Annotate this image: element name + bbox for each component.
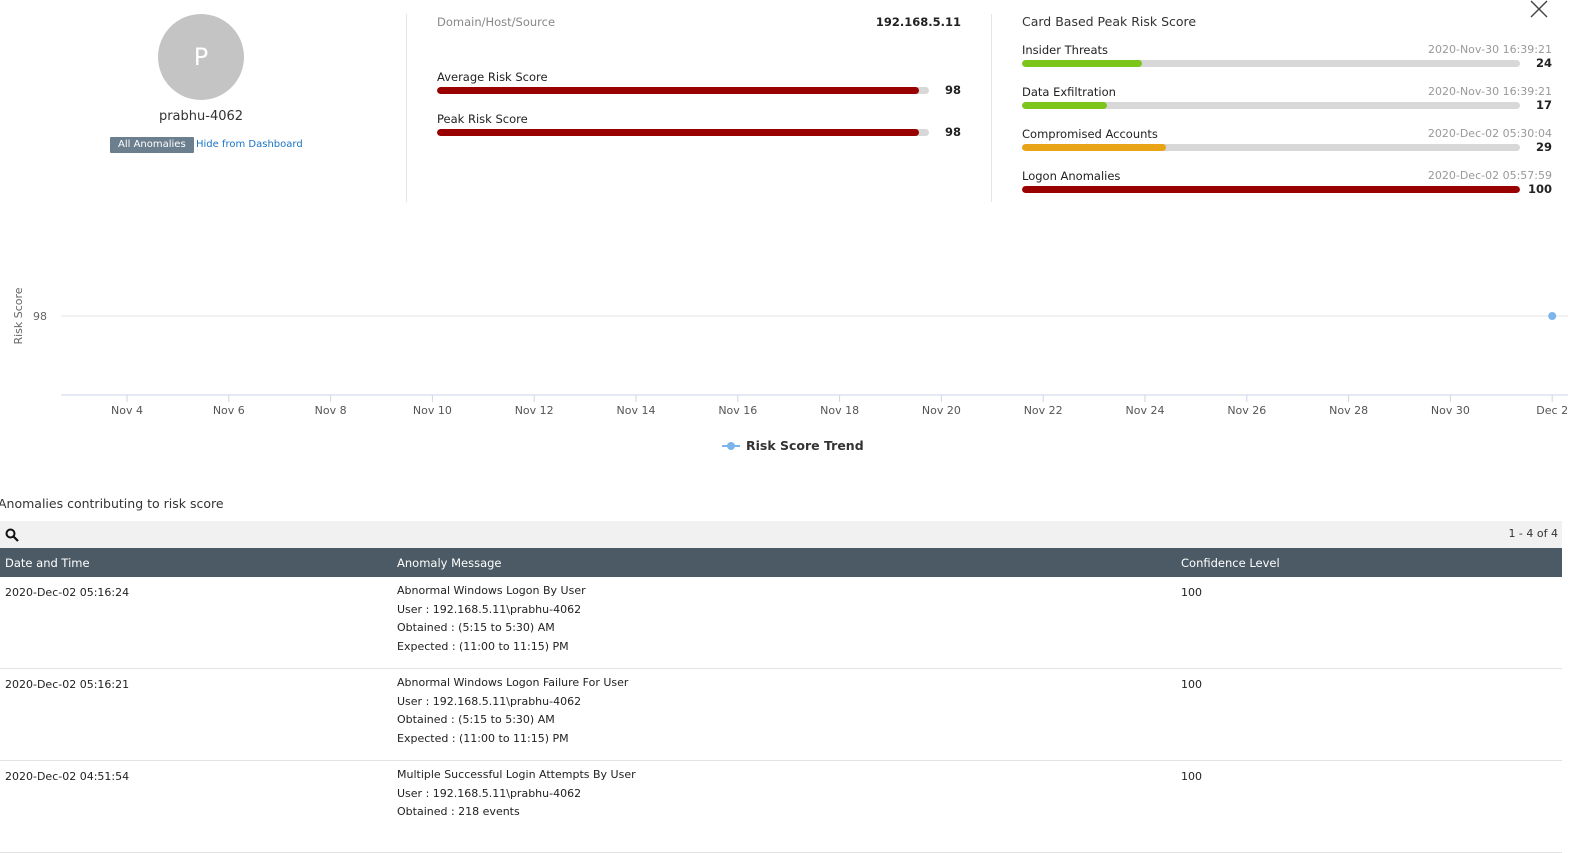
message-line: Multiple Successful Login Attempts By Us… (397, 768, 636, 781)
card-value: 24 (1535, 56, 1552, 70)
x-tick-label: Nov 12 (515, 404, 554, 417)
x-tick-label: Dec 2 (1536, 404, 1568, 417)
card-bar-fill (1022, 60, 1142, 67)
message-line: User : 192.168.5.11\prabhu-4062 (397, 602, 582, 616)
x-tick-label: Nov 28 (1329, 404, 1368, 417)
row-confidence: 100 (1181, 586, 1202, 599)
message-line: User : 192.168.5.11\prabhu-4062 (397, 786, 582, 800)
row-confidence: 100 (1181, 678, 1202, 691)
y-tick-label: 98 (33, 310, 47, 323)
table-row[interactable]: 2020-Dec-02 05:16:21 Abnormal Windows Log… (0, 669, 1562, 761)
row-datetime: 2020-Dec-02 05:16:21 (5, 678, 130, 691)
card-bar (1022, 60, 1520, 67)
card-date: 2020-Dec-02 05:57:59 (1427, 169, 1552, 182)
message-line: User : 192.168.5.11\prabhu-4062 (397, 694, 582, 708)
x-tick-label: Nov 18 (820, 404, 859, 417)
card-peak-risk-title: Card Based Peak Risk Score (1022, 14, 1197, 29)
domain-host-source-label: Domain/Host/Source (437, 15, 556, 29)
card-value: 17 (1535, 98, 1552, 112)
card-bar-fill (1022, 102, 1107, 109)
divider (406, 14, 407, 202)
card-bar-fill (1022, 186, 1520, 193)
x-tick-label: Nov 22 (1024, 404, 1063, 417)
peak-risk-score-value: 98 (944, 125, 961, 139)
row-datetime: 2020-Dec-02 05:16:24 (5, 586, 130, 599)
risk-score-trend-chart: Risk Score 98 Nov 4 Nov 6 Nov 8 Nov 10 Nov 12 N… (12, 287, 1568, 417)
message-line: Obtained : (5:15 to 5:30) AM (397, 621, 555, 634)
average-risk-score-label: Average Risk Score (437, 70, 548, 84)
y-axis-label: Risk Score (12, 287, 25, 344)
legend-label: Risk Score Trend (746, 438, 864, 453)
x-tick-label: Nov 26 (1227, 404, 1266, 417)
row-confidence: 100 (1181, 770, 1202, 783)
pagination-info: 1 - 4 of 4 (1508, 527, 1558, 540)
legend-marker-icon (722, 441, 740, 450)
x-tick-label: Nov 14 (617, 404, 656, 417)
column-header-confidence[interactable]: Confidence Level (1181, 556, 1280, 570)
message-line: Obtained : 218 events (397, 805, 520, 818)
x-tick-label: Nov 4 (111, 404, 143, 417)
column-header-date-time[interactable]: Date and Time (5, 556, 90, 570)
x-tick-label: Nov 10 (413, 404, 452, 417)
x-tick-label: Nov 24 (1126, 404, 1165, 417)
card-bar (1022, 102, 1520, 109)
message-line: Expected : (11:00 to 11:15) PM (397, 731, 569, 745)
message-line: Abnormal Windows Logon By User (397, 584, 586, 597)
message-line: Expected : (11:00 to 11:15) PM (397, 639, 569, 653)
average-risk-score-fill (437, 87, 920, 94)
card-value: 29 (1535, 140, 1552, 154)
hide-from-dashboard-link[interactable]: Hide from Dashboard (196, 139, 303, 150)
x-tick-label: Nov 20 (922, 404, 961, 417)
domain-host-source-value: 192.168.5.11 (875, 15, 961, 29)
search-icon[interactable] (5, 528, 19, 542)
all-anomalies-button[interactable]: All Anomalies (110, 137, 194, 153)
row-anomaly-message: Abnormal Windows Logon By User User : 192… (397, 582, 586, 656)
card-bar (1022, 186, 1520, 193)
avatar: P (158, 14, 244, 100)
x-tick-label: Nov 16 (718, 404, 757, 417)
close-icon[interactable] (1528, 0, 1550, 18)
table-row[interactable]: 2020-Dec-02 04:51:54 Multiple Successful … (0, 761, 1562, 853)
row-anomaly-message: Multiple Successful Login Attempts By Us… (397, 766, 636, 822)
peak-risk-score-fill (437, 129, 920, 136)
divider (991, 14, 992, 202)
peak-risk-score-label: Peak Risk Score (437, 112, 528, 126)
card-value: 100 (1527, 182, 1552, 196)
card-bar-fill (1022, 144, 1167, 151)
table-toolbar (0, 521, 1562, 548)
table-header: Date and Time Anomaly Message Confidence… (0, 548, 1562, 577)
average-risk-score-bar (437, 87, 929, 94)
card-date: 2020-Dec-02 05:30:04 (1427, 127, 1552, 140)
x-tick-label: Nov 30 (1431, 404, 1470, 417)
anomalies-section-title: Anomalies contributing to risk score (0, 496, 224, 511)
x-tick-label: Nov 6 (213, 404, 245, 417)
chart-legend[interactable]: Risk Score Trend (722, 438, 864, 453)
message-line: Abnormal Windows Logon Failure For User (397, 676, 629, 689)
row-anomaly-message: Abnormal Windows Logon Failure For User U… (397, 674, 628, 748)
column-header-anomaly-message[interactable]: Anomaly Message (397, 556, 502, 570)
card-label: Insider Threats (1022, 43, 1109, 57)
table-row[interactable]: 2020-Dec-02 05:16:24 Abnormal Windows Log… (0, 577, 1562, 669)
card-bar (1022, 144, 1520, 151)
peak-risk-score-bar (437, 129, 929, 136)
row-datetime: 2020-Dec-02 04:51:54 (5, 770, 130, 783)
x-tick-label: Nov 8 (315, 404, 347, 417)
data-point[interactable] (1548, 312, 1557, 320)
username: prabhu-4062 (158, 109, 244, 124)
card-label: Logon Anomalies (1022, 169, 1121, 183)
card-label: Data Exfiltration (1022, 85, 1116, 99)
card-label: Compromised Accounts (1022, 127, 1158, 141)
card-date: 2020-Nov-30 16:39:21 (1427, 85, 1552, 98)
average-risk-score-value: 98 (944, 83, 961, 97)
card-date: 2020-Nov-30 16:39:21 (1427, 43, 1552, 56)
message-line: Obtained : (5:15 to 5:30) AM (397, 713, 555, 726)
